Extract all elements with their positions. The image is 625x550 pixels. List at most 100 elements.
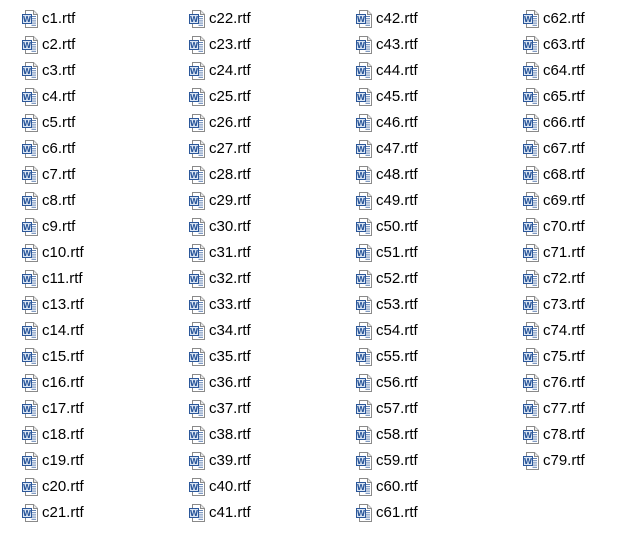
file-item[interactable]: Wc76.rtf (523, 372, 585, 394)
file-item[interactable]: Wc62.rtf (523, 8, 585, 30)
file-item[interactable]: Wc47.rtf (356, 138, 418, 160)
file-item[interactable]: Wc39.rtf (189, 450, 251, 472)
file-name-label: c79.rtf (543, 452, 585, 469)
file-item[interactable]: Wc41.rtf (189, 502, 251, 524)
file-item[interactable]: Wc23.rtf (189, 34, 251, 56)
file-item[interactable]: Wc50.rtf (356, 216, 418, 238)
file-item[interactable]: Wc24.rtf (189, 60, 251, 82)
file-item[interactable]: Wc29.rtf (189, 190, 251, 212)
svg-text:W: W (23, 327, 32, 336)
file-item[interactable]: Wc57.rtf (356, 398, 418, 420)
file-item[interactable]: Wc73.rtf (523, 294, 585, 316)
file-item[interactable]: Wc37.rtf (189, 398, 251, 420)
file-item[interactable]: Wc5.rtf (22, 112, 75, 134)
file-item[interactable]: Wc79.rtf (523, 450, 585, 472)
file-item[interactable]: Wc46.rtf (356, 112, 418, 134)
file-item[interactable]: Wc6.rtf (22, 138, 75, 160)
file-item[interactable]: Wc52.rtf (356, 268, 418, 290)
svg-text:W: W (524, 405, 533, 414)
file-item[interactable]: Wc18.rtf (22, 424, 84, 446)
file-name-label: c59.rtf (376, 452, 418, 469)
file-item[interactable]: Wc43.rtf (356, 34, 418, 56)
file-item[interactable]: Wc51.rtf (356, 242, 418, 264)
file-item[interactable]: Wc13.rtf (22, 294, 84, 316)
file-item[interactable]: Wc69.rtf (523, 190, 585, 212)
file-item[interactable]: Wc53.rtf (356, 294, 418, 316)
file-item[interactable]: Wc30.rtf (189, 216, 251, 238)
file-name-label: c14.rtf (42, 322, 84, 339)
file-item[interactable]: Wc11.rtf (22, 268, 83, 290)
file-name-label: c41.rtf (209, 504, 251, 521)
file-item[interactable]: Wc77.rtf (523, 398, 585, 420)
file-item[interactable]: Wc33.rtf (189, 294, 251, 316)
svg-text:W: W (23, 379, 32, 388)
file-item[interactable]: Wc42.rtf (356, 8, 418, 30)
word-document-icon: W (22, 192, 38, 210)
file-item[interactable]: Wc75.rtf (523, 346, 585, 368)
file-item[interactable]: Wc1.rtf (22, 8, 75, 30)
file-item[interactable]: Wc22.rtf (189, 8, 251, 30)
file-name-label: c22.rtf (209, 10, 251, 27)
file-item[interactable]: Wc60.rtf (356, 476, 418, 498)
file-item[interactable]: Wc35.rtf (189, 346, 251, 368)
file-item[interactable]: Wc44.rtf (356, 60, 418, 82)
svg-text:W: W (524, 353, 533, 362)
file-item[interactable]: Wc68.rtf (523, 164, 585, 186)
file-item[interactable]: Wc70.rtf (523, 216, 585, 238)
file-item[interactable]: Wc61.rtf (356, 502, 418, 524)
file-item[interactable]: Wc16.rtf (22, 372, 84, 394)
file-item[interactable]: Wc78.rtf (523, 424, 585, 446)
file-item[interactable]: Wc74.rtf (523, 320, 585, 342)
file-item[interactable]: Wc9.rtf (22, 216, 75, 238)
file-name-label: c65.rtf (543, 88, 585, 105)
file-item[interactable]: Wc55.rtf (356, 346, 418, 368)
file-item[interactable]: Wc58.rtf (356, 424, 418, 446)
file-item[interactable]: Wc56.rtf (356, 372, 418, 394)
file-item[interactable]: Wc45.rtf (356, 86, 418, 108)
word-document-icon: W (523, 140, 539, 158)
file-item[interactable]: Wc26.rtf (189, 112, 251, 134)
file-item[interactable]: Wc63.rtf (523, 34, 585, 56)
file-item[interactable]: Wc31.rtf (189, 242, 251, 264)
file-item[interactable]: Wc7.rtf (22, 164, 75, 186)
file-item[interactable]: Wc32.rtf (189, 268, 251, 290)
file-name-label: c37.rtf (209, 400, 251, 417)
file-item[interactable]: Wc72.rtf (523, 268, 585, 290)
file-item[interactable]: Wc21.rtf (22, 502, 84, 524)
file-item[interactable]: Wc17.rtf (22, 398, 84, 420)
file-item[interactable]: Wc34.rtf (189, 320, 251, 342)
svg-text:W: W (23, 249, 32, 258)
file-item[interactable]: Wc49.rtf (356, 190, 418, 212)
svg-text:W: W (190, 353, 199, 362)
file-item[interactable]: Wc54.rtf (356, 320, 418, 342)
svg-text:W: W (357, 509, 366, 518)
file-item[interactable]: Wc10.rtf (22, 242, 84, 264)
file-item[interactable]: Wc66.rtf (523, 112, 585, 134)
file-item[interactable]: Wc71.rtf (523, 242, 585, 264)
svg-text:W: W (357, 457, 366, 466)
file-item[interactable]: Wc48.rtf (356, 164, 418, 186)
file-item[interactable]: Wc64.rtf (523, 60, 585, 82)
file-item[interactable]: Wc15.rtf (22, 346, 84, 368)
file-item[interactable]: Wc2.rtf (22, 34, 75, 56)
file-item[interactable]: Wc27.rtf (189, 138, 251, 160)
file-item[interactable]: Wc28.rtf (189, 164, 251, 186)
file-item[interactable]: Wc65.rtf (523, 86, 585, 108)
file-item[interactable]: Wc14.rtf (22, 320, 84, 342)
file-item[interactable]: Wc20.rtf (22, 476, 84, 498)
svg-text:W: W (190, 223, 199, 232)
file-item[interactable]: Wc59.rtf (356, 450, 418, 472)
word-document-icon: W (356, 348, 372, 366)
file-item[interactable]: Wc36.rtf (189, 372, 251, 394)
file-item[interactable]: Wc40.rtf (189, 476, 251, 498)
file-item[interactable]: Wc25.rtf (189, 86, 251, 108)
file-item[interactable]: Wc19.rtf (22, 450, 84, 472)
svg-text:W: W (357, 41, 366, 50)
file-item[interactable]: Wc3.rtf (22, 60, 75, 82)
file-item[interactable]: Wc8.rtf (22, 190, 75, 212)
file-item[interactable]: Wc67.rtf (523, 138, 585, 160)
word-document-icon: W (523, 10, 539, 28)
file-name-label: c60.rtf (376, 478, 418, 495)
file-item[interactable]: Wc38.rtf (189, 424, 251, 446)
file-item[interactable]: Wc4.rtf (22, 86, 75, 108)
